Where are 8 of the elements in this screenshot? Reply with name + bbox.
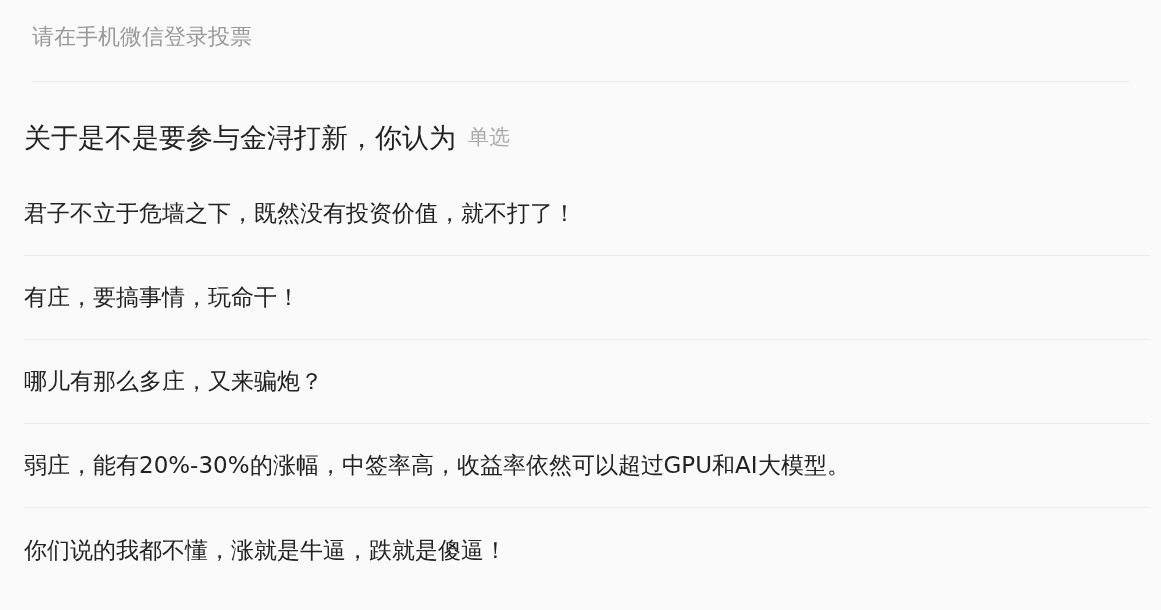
- vote-option[interactable]: 哪儿有那么多庄，又来骗炮？: [24, 340, 1150, 424]
- login-prompt: 请在手机微信登录投票: [32, 23, 252, 51]
- vote-option[interactable]: 你们说的我都不懂，涨就是牛逼，跌就是傻逼！: [24, 508, 1150, 592]
- vote-option[interactable]: 有庄，要搞事情，玩命干！: [24, 256, 1150, 340]
- question-title: 关于是不是要参与金浔打新，你认为: [24, 120, 456, 155]
- vote-option[interactable]: 君子不立于危墙之下，既然没有投资价值，就不打了！: [24, 172, 1150, 256]
- question-type-label: 单选: [468, 124, 510, 152]
- vote-option[interactable]: 弱庄，能有20%-30%的涨幅，中签率高，收益率依然可以超过GPU和AI大模型。: [24, 424, 1150, 508]
